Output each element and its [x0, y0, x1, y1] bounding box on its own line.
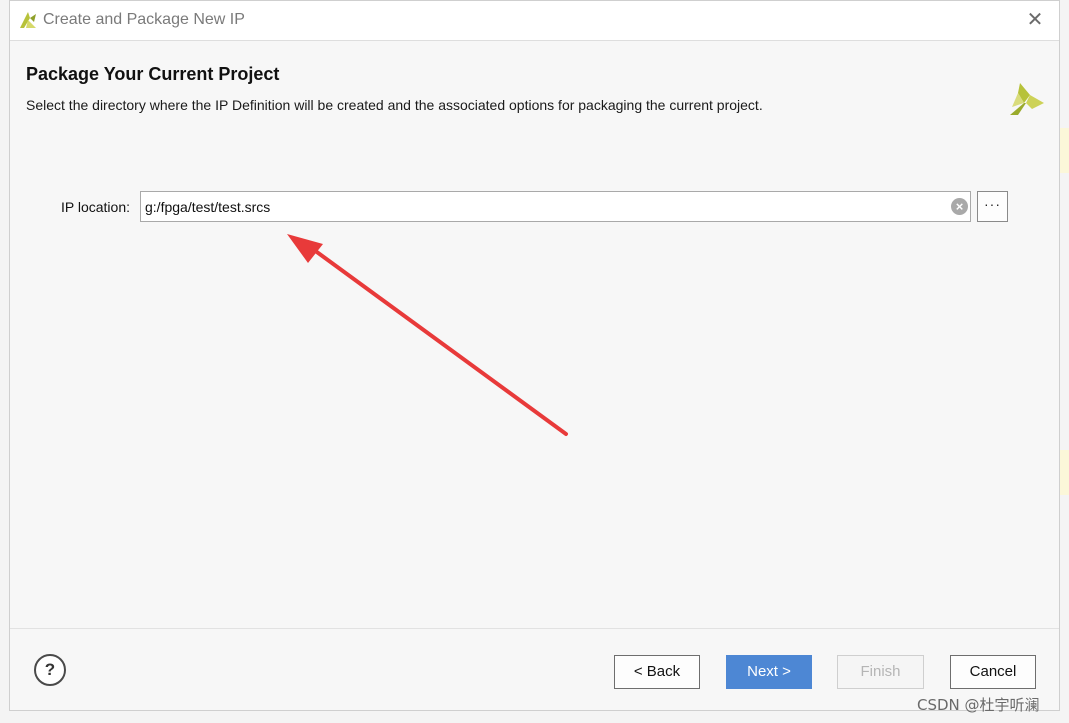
footer-divider — [10, 628, 1059, 629]
browse-button[interactable]: ··· — [977, 191, 1008, 222]
help-button[interactable]: ? — [34, 654, 66, 686]
background-app-right-edge — [1060, 0, 1069, 723]
wizard-header: Package Your Current Project Select the … — [10, 41, 1059, 131]
background-app-bottom-edge — [0, 711, 1069, 723]
back-button[interactable]: < Back — [614, 655, 700, 689]
background-app-left-edge — [0, 0, 9, 723]
vivado-logo-icon — [20, 12, 36, 28]
cancel-button[interactable]: Cancel — [950, 655, 1036, 689]
xilinx-logo-icon — [1010, 83, 1044, 115]
clear-icon[interactable]: × — [951, 198, 968, 215]
ip-location-input[interactable] — [140, 191, 971, 222]
page-title: Package Your Current Project — [26, 64, 280, 84]
close-icon[interactable]: ✕ — [1024, 9, 1046, 31]
page-description: Select the directory where the IP Defini… — [26, 97, 763, 113]
window-title: Create and Package New IP — [43, 11, 245, 28]
finish-button: Finish — [837, 655, 924, 689]
title-bar: Create and Package New IP ✕ — [10, 1, 1059, 41]
csdn-watermark: CSDN @杜宇听澜 — [917, 696, 1040, 714]
ip-location-label: IP location: — [61, 199, 131, 215]
create-package-ip-dialog: Create and Package New IP ✕ Package Your… — [9, 0, 1060, 711]
next-button[interactable]: Next > — [726, 655, 812, 689]
